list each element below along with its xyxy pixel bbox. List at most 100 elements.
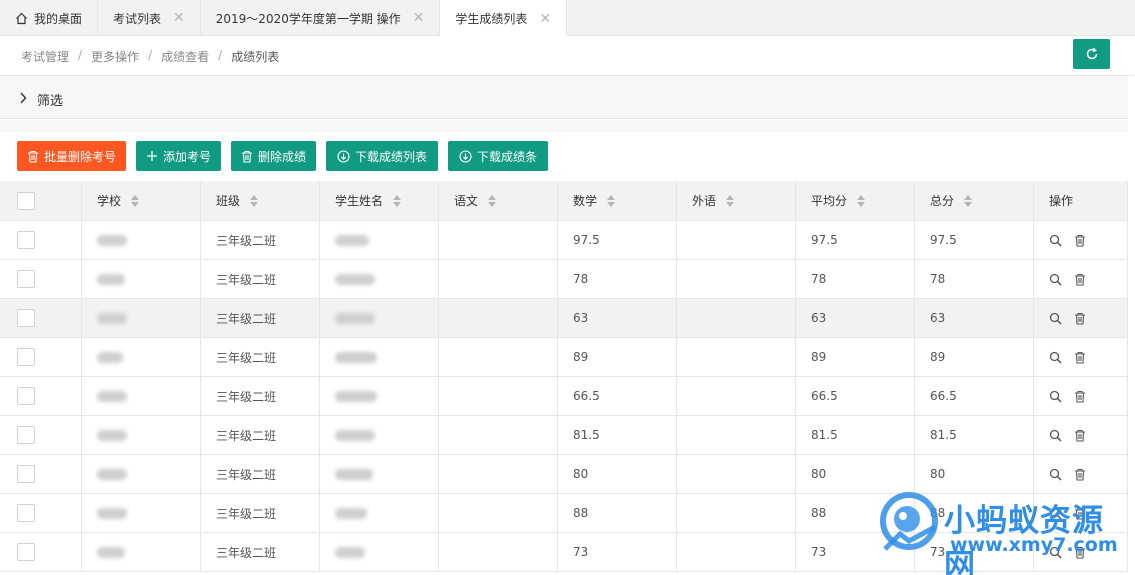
- delete-icon[interactable]: [1074, 351, 1086, 364]
- sort-icon[interactable]: [607, 194, 616, 207]
- redacted-text: [97, 507, 127, 519]
- redacted-text: [335, 546, 365, 558]
- table-cell: [320, 299, 439, 337]
- trash-icon: [241, 150, 258, 163]
- tab-score-list-label: 学生成绩列表: [455, 12, 528, 26]
- cell-text: 73: [811, 545, 827, 559]
- view-icon[interactable]: [1049, 351, 1062, 364]
- sort-icon[interactable]: [131, 194, 140, 207]
- cell-text: 三年级二班: [216, 506, 277, 521]
- sort-icon[interactable]: [393, 194, 402, 207]
- close-icon[interactable]: ✕: [173, 11, 185, 25]
- tab-exam-list[interactable]: 考试列表 ✕: [98, 0, 201, 36]
- breadcrumb-item[interactable]: 更多操作: [91, 48, 139, 65]
- view-icon[interactable]: [1049, 273, 1062, 286]
- row-actions: [1034, 416, 1128, 454]
- column-header[interactable]: 班级: [201, 181, 320, 220]
- table-cell: 78: [558, 260, 677, 298]
- column-header[interactable]: 外语: [677, 181, 796, 220]
- delete-icon[interactable]: [1074, 273, 1086, 286]
- download-slips-button[interactable]: 下载成绩条: [448, 141, 548, 171]
- delete-icon[interactable]: [1074, 468, 1086, 481]
- row-checkbox[interactable]: [17, 348, 35, 366]
- table-cell: [82, 377, 201, 415]
- view-icon[interactable]: [1049, 234, 1062, 247]
- table-row[interactable]: 三年级二班 81.5 81.5 81.5: [0, 416, 1128, 455]
- sort-icon[interactable]: [964, 194, 973, 207]
- table-row[interactable]: 三年级二班 78 78 78: [0, 260, 1128, 299]
- redacted-text: [97, 390, 127, 402]
- sort-icon[interactable]: [488, 194, 497, 207]
- column-header[interactable]: 数学: [558, 181, 677, 220]
- cell-text: 80: [811, 467, 827, 481]
- view-icon[interactable]: [1049, 546, 1062, 559]
- delete-icon[interactable]: [1074, 390, 1086, 403]
- row-checkbox[interactable]: [17, 426, 35, 444]
- table-cell: 63: [915, 299, 1034, 337]
- view-icon[interactable]: [1049, 390, 1062, 403]
- filter-panel[interactable]: 筛选: [0, 77, 1128, 119]
- row-actions: [1034, 494, 1128, 532]
- table-cell: 81.5: [915, 416, 1034, 454]
- table-row[interactable]: 三年级二班 66.5 66.5 66.5: [0, 377, 1128, 416]
- delete-icon[interactable]: [1074, 312, 1086, 325]
- view-icon[interactable]: [1049, 507, 1062, 520]
- download-icon: [337, 149, 355, 163]
- breadcrumb-item[interactable]: 考试管理: [21, 48, 69, 65]
- sort-icon[interactable]: [726, 194, 735, 207]
- table-cell: [82, 260, 201, 298]
- redacted-text: [97, 312, 127, 324]
- column-header[interactable]: 总分: [915, 181, 1034, 220]
- column-header[interactable]: 学生姓名: [320, 181, 439, 220]
- table-cell: 97.5: [915, 221, 1034, 259]
- column-header[interactable]: 平均分: [796, 181, 915, 220]
- table-row[interactable]: 三年级二班 89 89 89: [0, 338, 1128, 377]
- download-list-button[interactable]: 下载成绩列表: [326, 141, 438, 171]
- tab-home[interactable]: 我的桌面: [0, 0, 99, 36]
- column-header-label: 数学: [573, 194, 598, 208]
- delete-icon[interactable]: [1074, 546, 1086, 559]
- delete-icon[interactable]: [1074, 507, 1086, 520]
- row-checkbox[interactable]: [17, 231, 35, 249]
- view-icon[interactable]: [1049, 468, 1062, 481]
- add-exam-no-button[interactable]: 添加考号: [136, 141, 221, 171]
- row-checkbox[interactable]: [17, 309, 35, 327]
- table-cell: [82, 494, 201, 532]
- view-icon[interactable]: [1049, 429, 1062, 442]
- table-row[interactable]: 三年级二班 97.5 97.5 97.5: [0, 221, 1128, 260]
- table-cell: 88: [558, 494, 677, 532]
- breadcrumb: 考试管理 / 更多操作 / 成绩查看 / 成绩列表: [21, 48, 279, 65]
- close-icon[interactable]: ✕: [413, 11, 425, 25]
- row-checkbox[interactable]: [17, 543, 35, 561]
- chevron-right-icon: [19, 92, 27, 107]
- table-row[interactable]: 三年级二班 88 88 88: [0, 494, 1128, 533]
- close-icon[interactable]: ✕: [539, 12, 551, 26]
- table-cell: 80: [915, 455, 1034, 493]
- sort-icon[interactable]: [250, 194, 259, 207]
- tab-score-list[interactable]: 学生成绩列表 ✕: [440, 0, 568, 37]
- table-cell: 80: [558, 455, 677, 493]
- sort-icon[interactable]: [857, 194, 866, 207]
- tab-semester-ops[interactable]: 2019～2020学年度第一学期 操作 ✕: [201, 0, 441, 36]
- delete-scores-button[interactable]: 删除成绩: [231, 141, 316, 171]
- plus-icon: [146, 150, 163, 162]
- delete-icon[interactable]: [1074, 234, 1086, 247]
- row-checkbox[interactable]: [17, 387, 35, 405]
- table-row[interactable]: 三年级二班 80 80 80: [0, 455, 1128, 494]
- row-checkbox[interactable]: [17, 504, 35, 522]
- delete-icon[interactable]: [1074, 429, 1086, 442]
- row-checkbox[interactable]: [17, 270, 35, 288]
- cell-text: 66.5: [930, 389, 957, 403]
- batch-delete-button[interactable]: 批量删除考号: [17, 141, 126, 171]
- column-header[interactable]: 学校: [82, 181, 201, 220]
- score-table: 学校 班级 学生姓名 语文 数学 外语 平均分 总分 操作 三年级二班 97.5 97.5 97.5 三年…: [0, 181, 1128, 572]
- table-row[interactable]: 三年级二班 63 63 63: [0, 299, 1128, 338]
- breadcrumb-bar: 考试管理 / 更多操作 / 成绩查看 / 成绩列表: [0, 36, 1135, 76]
- row-checkbox[interactable]: [17, 465, 35, 483]
- column-header[interactable]: 语文: [439, 181, 558, 220]
- refresh-button[interactable]: [1073, 39, 1110, 69]
- table-row[interactable]: 三年级二班 73 73 73: [0, 533, 1128, 572]
- breadcrumb-item[interactable]: 成绩查看: [161, 48, 209, 65]
- view-icon[interactable]: [1049, 312, 1062, 325]
- select-all-checkbox[interactable]: [17, 191, 35, 210]
